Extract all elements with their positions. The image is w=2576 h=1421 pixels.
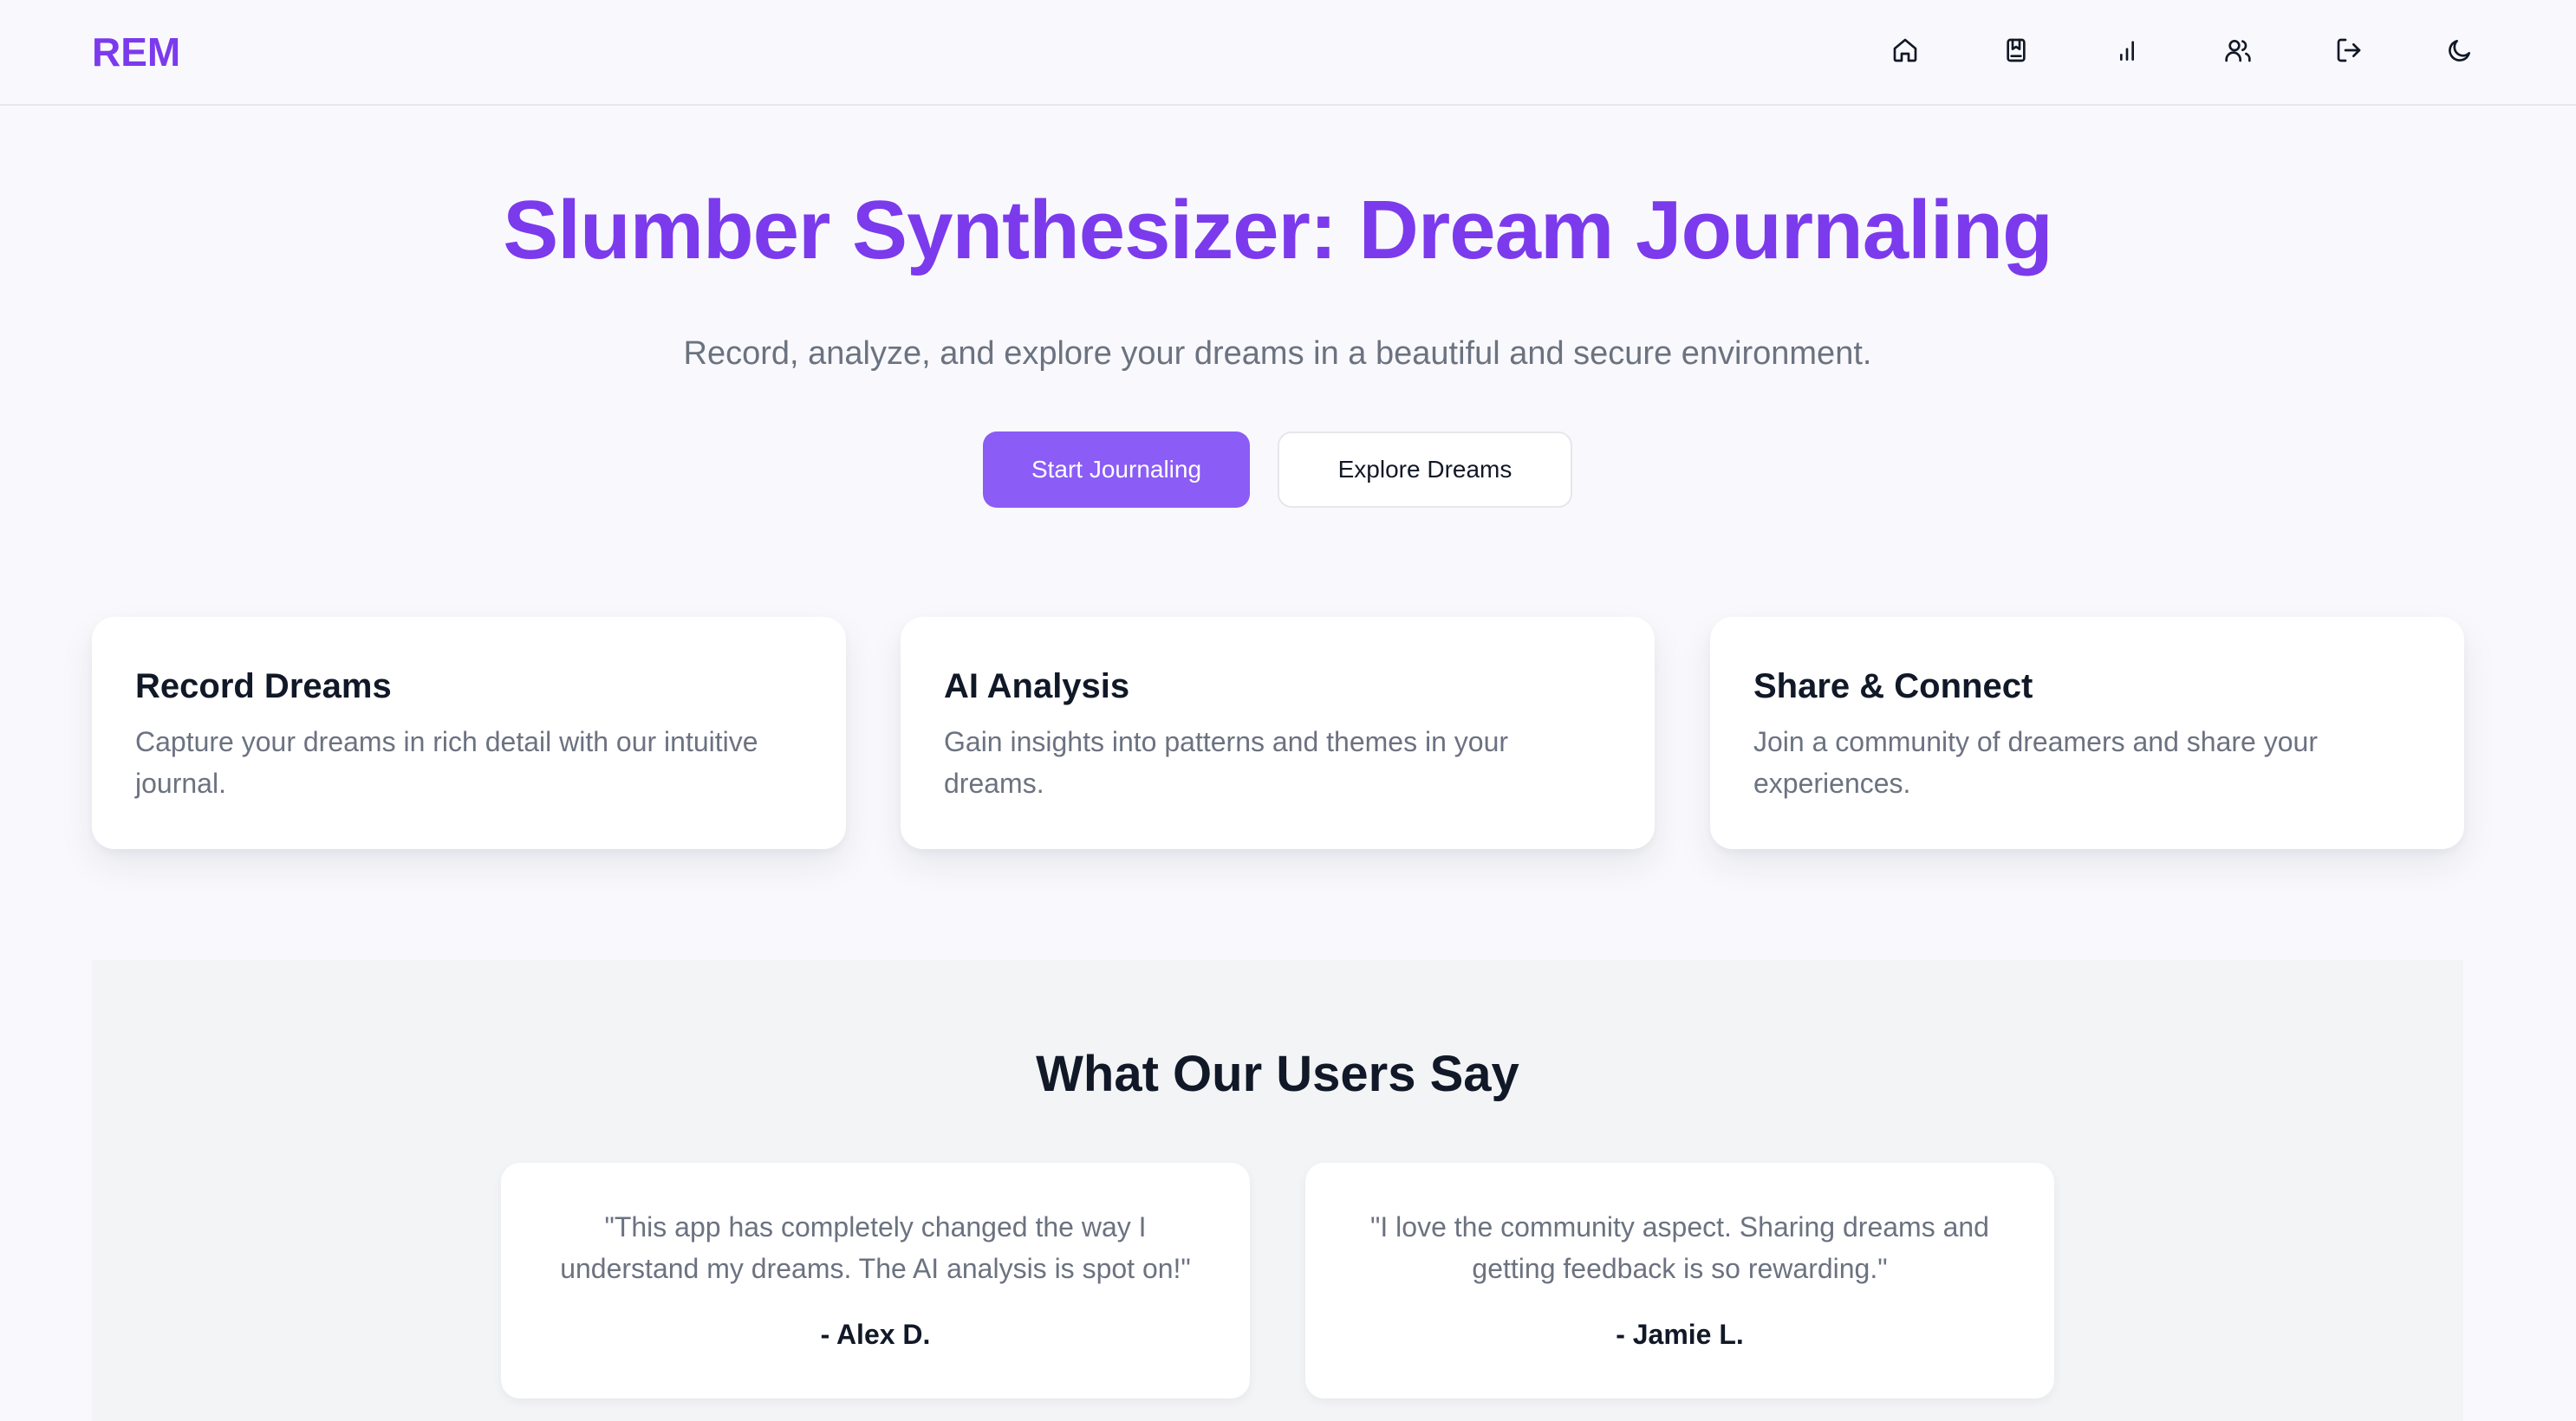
feature-card-share-connect: Share & Connect Join a community of drea… [1710,617,2464,849]
feature-description: Capture your dreams in rich detail with … [135,726,758,799]
app-logo[interactable]: REM [92,24,180,80]
testimonial-quote: "This app has completely changed the way… [560,1211,1191,1284]
nav-home-button[interactable] [1850,25,1961,75]
feature-description: Gain insights into patterns and themes i… [944,726,1509,799]
testimonial-author: - Alex D. [820,1319,931,1350]
feature-card-ai-analysis: AI Analysis Gain insights into patterns … [901,617,1655,849]
nav-analytics-button[interactable] [2072,25,2182,75]
testimonials-section: What Our Users Say "This app has complet… [92,960,2463,1421]
testimonial-card: "I love the community aspect. Sharing dr… [1305,1163,2054,1398]
nav-community-button[interactable] [2182,25,2293,75]
community-icon [2225,40,2251,62]
testimonial-quote: "I love the community aspect. Sharing dr… [1370,1211,1989,1284]
nav-logout-button[interactable] [2293,25,2404,75]
feature-title: AI Analysis [944,667,1130,705]
start-journaling-button[interactable]: Start Journaling [983,431,1250,508]
nav-journal-button[interactable] [1961,25,2072,75]
analytics-icon [2120,41,2134,61]
journal-icon [2007,38,2026,62]
theme-toggle-button[interactable] [2404,25,2515,75]
feature-title: Share & Connect [1753,667,2033,705]
explore-dreams-button[interactable]: Explore Dreams [1278,431,1572,508]
testimonials-heading: What Our Users Say [1036,1046,1519,1102]
hero-subtitle: Record, analyze, and explore your dreams… [683,335,1872,372]
hero-title: Slumber Synthesizer: Dream Journaling [503,184,2052,276]
testimonial-card: "This app has completely changed the way… [501,1163,1250,1398]
home-icon [1893,38,1917,62]
top-navbar: REM [0,0,2576,106]
testimonial-author: - Jamie L. [1616,1319,1744,1350]
moon-icon [2449,40,2470,62]
logout-icon [2337,38,2361,62]
feature-card-record-dreams: Record Dreams Capture your dreams in ric… [92,617,846,849]
feature-description: Join a community of dreamers and share y… [1753,726,2318,799]
main-nav [1850,25,2515,75]
feature-title: Record Dreams [135,667,392,705]
